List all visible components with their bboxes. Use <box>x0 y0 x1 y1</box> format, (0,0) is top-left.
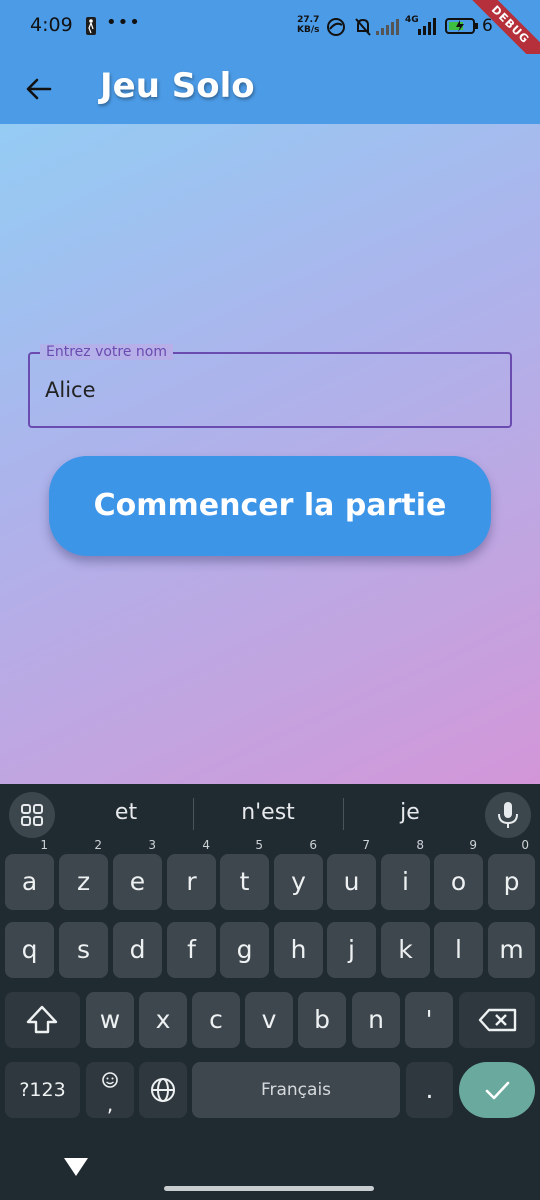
comma-label: , <box>106 1092 114 1116</box>
key-g[interactable]: g <box>220 922 269 978</box>
key-x[interactable]: x <box>139 992 187 1048</box>
key-r[interactable]: r4 <box>167 838 216 910</box>
shift-arrow-icon <box>26 1005 58 1034</box>
network-rate-unit: KB/s <box>297 25 320 35</box>
key-v[interactable]: v <box>245 992 293 1048</box>
key-hint: 7 <box>362 838 370 852</box>
network-rate: 27.7 KB/s <box>297 15 319 35</box>
emoji-comma-key[interactable]: , <box>86 1062 134 1118</box>
key-k[interactable]: k <box>381 922 430 978</box>
battery-charging-icon <box>445 18 478 34</box>
key-hint: 2 <box>94 838 102 852</box>
key-c[interactable]: c <box>192 992 240 1048</box>
enter-key[interactable] <box>459 1062 535 1118</box>
key-label: o <box>450 867 467 896</box>
key-label: r <box>186 867 197 896</box>
key-i[interactable]: i8 <box>381 838 430 910</box>
bell-muted-icon <box>355 18 371 36</box>
suggestion-divider <box>193 798 194 830</box>
key-hint: 6 <box>309 838 317 852</box>
main-content: Entrez votre nom Commencer la partie <box>0 124 540 784</box>
hotspot-link-icon <box>327 18 345 36</box>
hide-keyboard-icon[interactable] <box>64 1158 88 1176</box>
key-hint: 1 <box>40 838 48 852</box>
network-rate-value: 27.7 <box>297 15 320 25</box>
key-hint: 8 <box>416 838 424 852</box>
gesture-nav-handle[interactable] <box>164 1186 374 1191</box>
name-input[interactable] <box>45 378 485 402</box>
key-t[interactable]: t5 <box>220 838 269 910</box>
period-key[interactable]: . <box>406 1062 453 1118</box>
key-u[interactable]: u7 <box>327 838 376 910</box>
key-apostrophe[interactable]: ' <box>405 992 453 1048</box>
language-key[interactable] <box>139 1062 187 1118</box>
name-field[interactable]: Entrez votre nom <box>28 344 512 428</box>
key-hint: 4 <box>202 838 210 852</box>
status-bar: 4:09 ••• 27.7 KB/s 4G 6 DEBUG <box>0 0 540 74</box>
key-y[interactable]: y6 <box>274 838 323 910</box>
key-label: a <box>21 867 38 896</box>
backspace-icon <box>478 1008 517 1032</box>
key-h[interactable]: h <box>274 922 323 978</box>
key-d[interactable]: d <box>113 922 162 978</box>
start-game-button[interactable]: Commencer la partie <box>49 456 491 556</box>
key-a[interactable]: a1 <box>5 838 54 910</box>
key-label: e <box>129 867 146 896</box>
key-j[interactable]: j <box>327 922 376 978</box>
key-q[interactable]: q <box>5 922 54 978</box>
key-z[interactable]: z2 <box>59 838 108 910</box>
key-p[interactable]: p0 <box>488 838 535 910</box>
key-hint: 5 <box>255 838 263 852</box>
key-label: p <box>503 867 520 896</box>
status-more-dots: ••• <box>106 12 141 33</box>
key-o[interactable]: o9 <box>434 838 483 910</box>
key-w[interactable]: w <box>86 992 134 1048</box>
key-hint: 3 <box>148 838 156 852</box>
soft-keyboard: et n'est je a1 z2 e3 r4 t5 y6 u7 i8 o9 p… <box>0 784 540 1200</box>
key-f[interactable]: f <box>167 922 216 978</box>
nba-logo-icon <box>86 17 96 35</box>
key-label: t <box>239 867 250 896</box>
key-l[interactable]: l <box>434 922 483 978</box>
shift-key[interactable] <box>5 992 80 1048</box>
suggestion-3[interactable]: je <box>350 800 470 825</box>
keyboard-menu-button[interactable] <box>9 792 55 838</box>
grid-icon <box>21 804 43 826</box>
network-type: 4G <box>405 15 419 25</box>
key-label: z <box>76 867 91 896</box>
key-n[interactable]: n <box>352 992 400 1048</box>
page-title: Jeu Solo <box>100 66 255 106</box>
globe-icon <box>151 1078 175 1102</box>
signal-weak-icon <box>376 19 399 35</box>
key-m[interactable]: m <box>488 922 535 978</box>
key-label: u <box>343 867 360 896</box>
app-bar: Jeu Solo <box>0 54 540 124</box>
key-label: i <box>402 867 409 896</box>
voice-input-button[interactable] <box>485 792 531 838</box>
symbols-key[interactable]: ?123 <box>5 1062 80 1118</box>
name-field-label: Entrez votre nom <box>40 344 173 360</box>
key-b[interactable]: b <box>298 992 346 1048</box>
status-time: 4:09 <box>30 14 73 36</box>
suggestion-2[interactable]: n'est <box>208 800 328 825</box>
checkmark-icon <box>485 1081 510 1100</box>
key-e[interactable]: e3 <box>113 838 162 910</box>
backspace-key[interactable] <box>459 992 535 1048</box>
key-hint: 9 <box>469 838 477 852</box>
signal-strong-icon <box>418 18 436 35</box>
key-hint: 0 <box>521 838 529 852</box>
microphone-icon <box>498 802 518 828</box>
back-arrow-icon[interactable] <box>24 74 54 104</box>
suggestion-divider <box>343 798 344 830</box>
key-label: y <box>291 867 306 896</box>
suggestion-1[interactable]: et <box>66 800 186 825</box>
space-bar[interactable]: Français <box>192 1062 400 1118</box>
suggestion-bar: et n'est je <box>0 784 540 844</box>
key-s[interactable]: s <box>59 922 108 978</box>
